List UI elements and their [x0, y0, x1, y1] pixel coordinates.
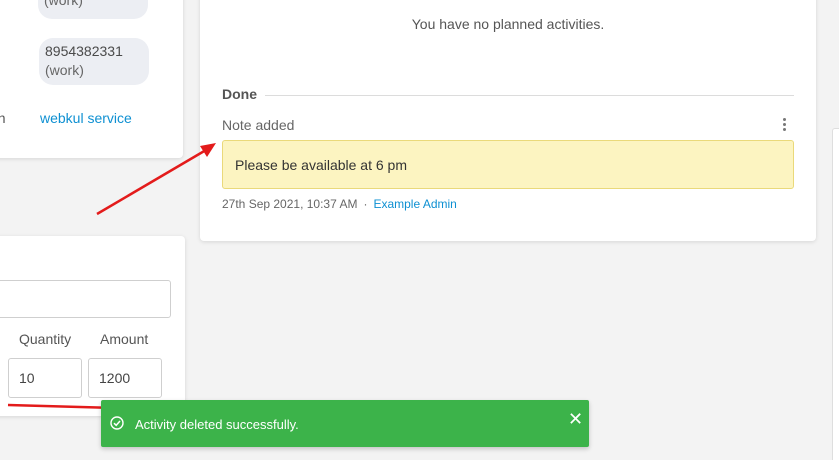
phone-type: (work) — [44, 0, 83, 8]
phone-chip: 8954382331 (work) — [39, 38, 149, 85]
activity-timestamp: 27th Sep 2021, 10:37 AM — [222, 197, 358, 211]
note-title: Note added — [222, 117, 295, 133]
scrollbar-thumb[interactable] — [832, 128, 839, 460]
quantity-input[interactable]: 10 — [8, 358, 82, 398]
phone-chip: (work) — [38, 0, 148, 19]
product-form-card: Quantity Amount 0 10 1200 — [0, 236, 185, 416]
check-circle-icon — [110, 416, 124, 430]
activity-panel: You have no planned activities. Done Not… — [200, 0, 816, 241]
product-name-input[interactable] — [0, 280, 171, 318]
field-label: on — [0, 110, 6, 126]
done-section-header: Done — [222, 86, 794, 106]
phone-type: (work) — [45, 62, 84, 78]
success-toast: Activity deleted successfully. ✕ — [101, 400, 589, 447]
activity-author-link[interactable]: Example Admin — [373, 197, 456, 211]
organization-link[interactable]: webkul service — [40, 110, 132, 126]
amount-label: Amount — [100, 331, 149, 347]
activity-meta: 27th Sep 2021, 10:37 AM · Example Admin — [222, 197, 457, 211]
note-text: Please be available at 6 pm — [235, 157, 407, 173]
note-content-box: Please be available at 6 pm — [222, 140, 794, 189]
divider — [222, 95, 794, 96]
more-options-icon[interactable] — [778, 116, 790, 136]
close-icon[interactable]: ✕ — [568, 410, 583, 428]
contact-card: (work) 8954382331 (work) on webkul servi… — [0, 0, 183, 158]
amount-input[interactable]: 1200 — [88, 358, 162, 398]
quantity-label: Quantity — [19, 331, 72, 347]
done-label: Done — [222, 86, 265, 102]
phone-number: 8954382331 — [45, 43, 123, 59]
meta-separator: · — [363, 197, 368, 211]
empty-planned-message: You have no planned activities. — [411, 16, 605, 32]
toast-message: Activity deleted successfully. — [135, 417, 299, 432]
